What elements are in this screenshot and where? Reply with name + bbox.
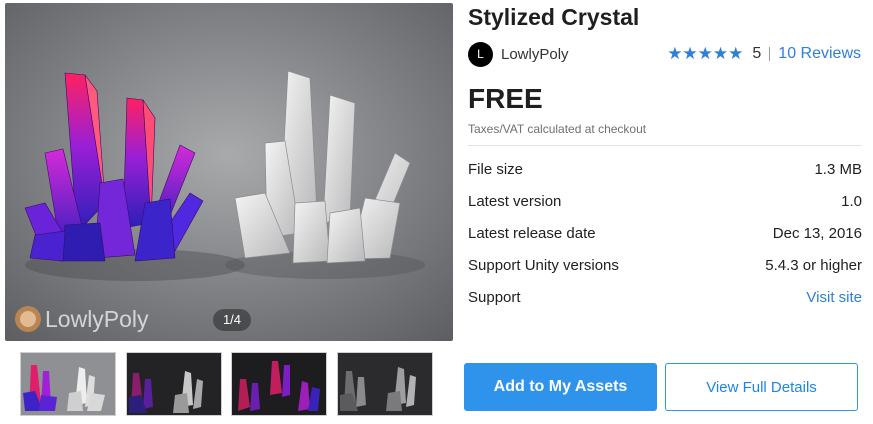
crystal-thumbnail-4-icon [338,353,432,415]
product-title: Stylized Crystal [468,4,640,30]
detail-value: 1.0 [841,192,862,210]
thumbnail-1[interactable] [20,352,116,416]
watermark-text: LowlyPoly [45,306,149,332]
star-rating-icon: ★★★★★ [667,44,744,63]
crystal-preview-image: LowlyPoly [5,3,453,341]
crystal-thumbnail-3-icon [232,353,326,415]
thumbnail-4[interactable] [337,352,433,416]
thumbnail-3[interactable] [231,352,327,416]
detail-value: 5.4.3 or higher [765,256,862,274]
detail-value: 1.3 MB [814,160,862,178]
detail-row-file-size: File size 1.3 MB [468,153,862,185]
detail-label: Latest version [468,192,562,210]
thumbnail-strip [20,352,436,416]
price-label: FREE [468,83,543,114]
add-to-my-assets-button[interactable]: Add to My Assets [464,363,657,411]
thumbnail-2[interactable] [126,352,222,416]
detail-label: Latest release date [468,224,596,242]
tax-note: Taxes/VAT calculated at checkout [468,122,647,136]
view-full-details-button[interactable]: View Full Details [665,363,858,411]
detail-label: Support [468,288,521,306]
crystal-thumbnail-2-icon [127,353,221,415]
detail-row-unity-versions: Support Unity versions 5.4.3 or higher [468,249,862,281]
divider [468,145,862,146]
crystal-thumbnail-1-icon [21,353,115,415]
publisher-name: LowlyPoly [501,45,569,63]
lion-logo-icon [15,306,41,332]
publisher-avatar: L [468,41,493,67]
product-details: File size 1.3 MB Latest version 1.0 Late… [468,153,862,313]
rating-value: 5 [752,45,762,62]
detail-row-latest-version: Latest version 1.0 [468,185,862,217]
detail-row-support: Support Visit site [468,281,862,313]
rating-separator [769,47,771,61]
detail-label: File size [468,160,524,178]
detail-label: Support Unity versions [468,256,619,274]
reviews-link[interactable]: 10 Reviews [778,45,861,63]
image-counter: 1/4 [213,309,251,331]
main-product-image[interactable]: LowlyPoly 1/4 [5,3,453,341]
detail-value: Dec 13, 2016 [772,224,862,242]
detail-row-release-date: Latest release date Dec 13, 2016 [468,217,862,249]
publisher-link[interactable]: L LowlyPoly [468,40,569,68]
visit-site-link[interactable]: Visit site [806,289,862,306]
rating-summary: ★★★★★ 5 10 Reviews [667,43,861,65]
